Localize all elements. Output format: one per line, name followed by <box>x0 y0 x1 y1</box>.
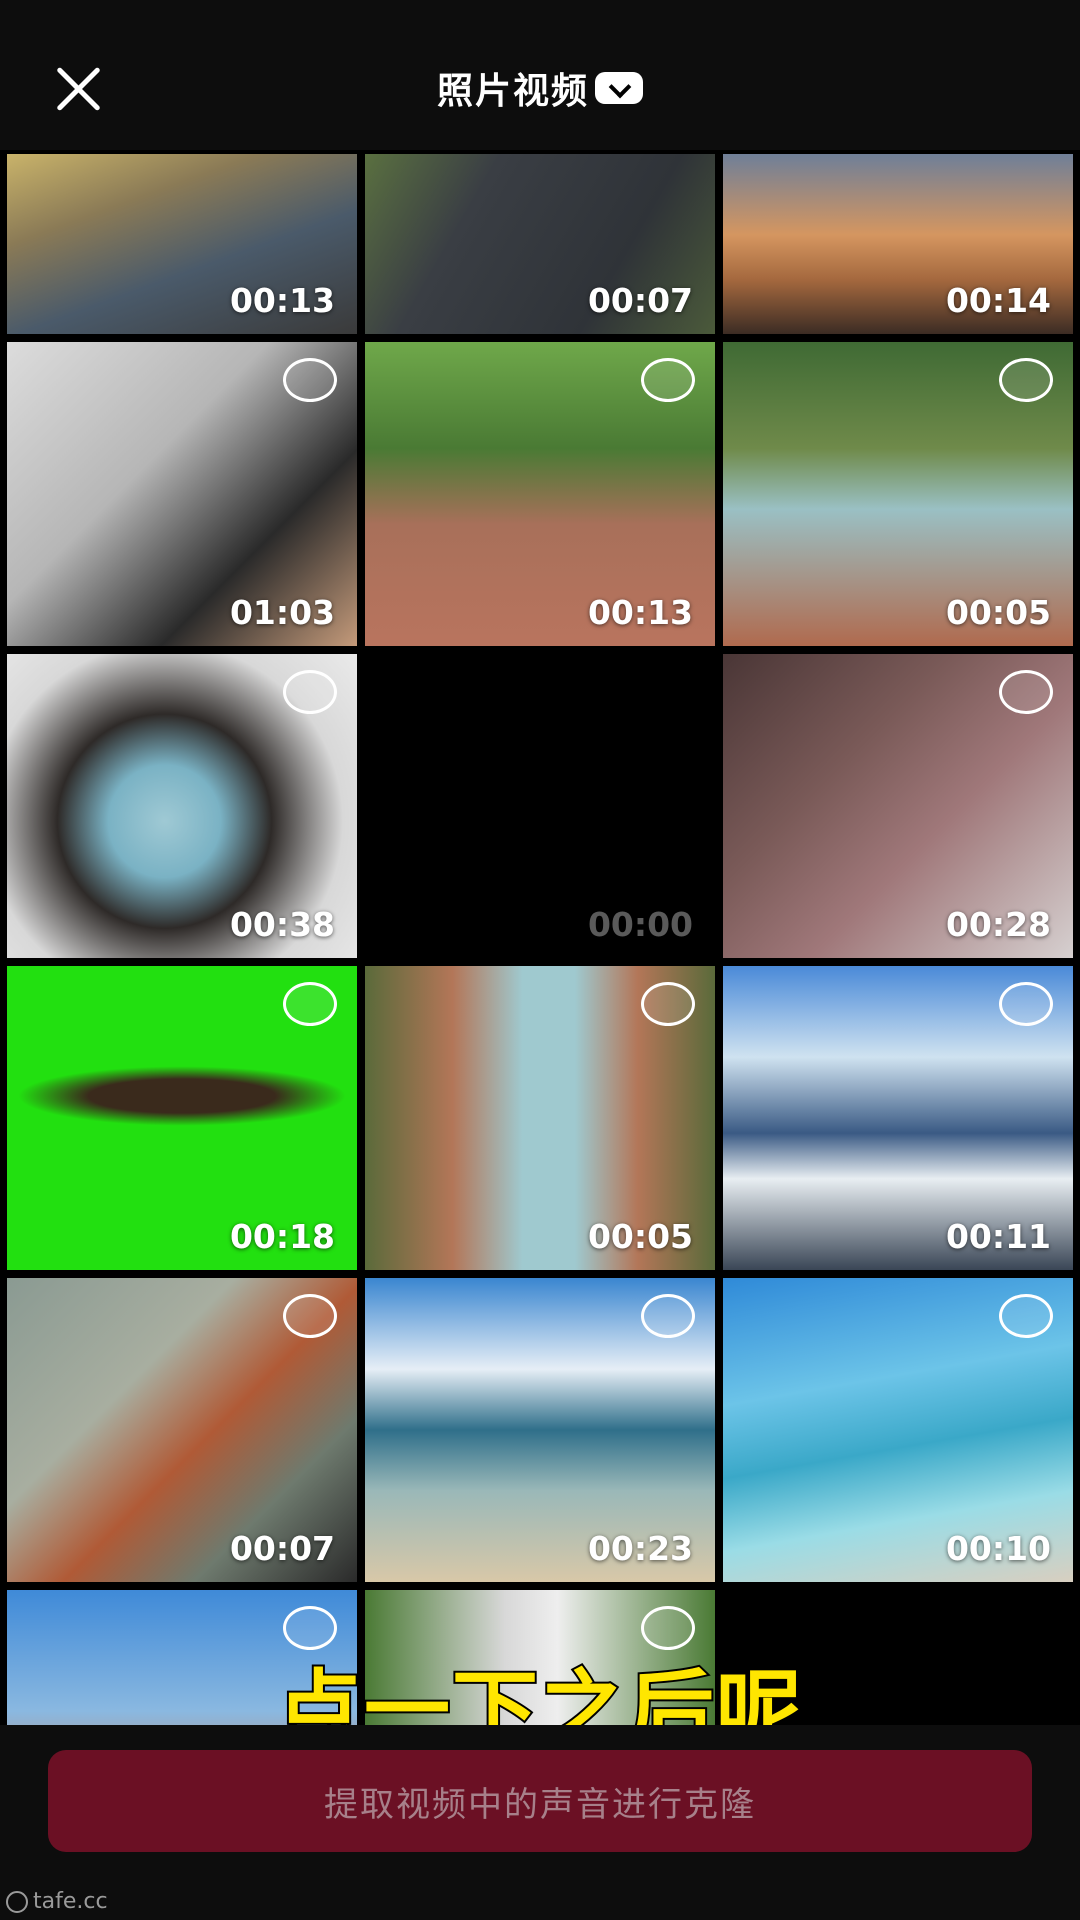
top-bar: 照片视频 <box>0 0 1080 150</box>
extract-audio-button[interactable]: 提取视频中的声音进行克隆 <box>48 1750 1032 1852</box>
video-thumbnail[interactable]: 00:00 <box>365 654 715 958</box>
album-title: 照片视频 <box>436 71 589 112</box>
video-thumbnail[interactable]: 00:07 <box>365 154 715 334</box>
album-selector[interactable]: 照片视频 <box>0 62 1080 114</box>
select-circle[interactable] <box>999 670 1053 714</box>
select-circle[interactable] <box>283 358 337 402</box>
video-thumbnail[interactable]: 00:11 <box>723 966 1073 1270</box>
select-circle[interactable] <box>999 1294 1053 1338</box>
video-thumbnail[interactable]: 00:10 <box>723 1278 1073 1582</box>
select-circle[interactable] <box>641 358 695 402</box>
select-circle[interactable] <box>999 982 1053 1026</box>
chevron-down-icon[interactable] <box>595 72 643 104</box>
watermark-text: tafe.cc <box>33 1889 108 1914</box>
watermark-icon <box>6 1890 28 1913</box>
video-thumbnail[interactable]: 00:13 <box>7 154 357 334</box>
video-thumbnail[interactable]: 00:18 <box>7 966 357 1270</box>
select-circle[interactable] <box>999 358 1053 402</box>
select-circle[interactable] <box>641 1294 695 1338</box>
select-circle[interactable] <box>283 670 337 714</box>
media-grid: 00:13 00:07 00:14 01:03 00:13 00:05 00:3… <box>0 150 1080 1725</box>
watermark: tafe.cc <box>6 1889 108 1914</box>
video-thumbnail[interactable]: 00:38 <box>7 654 357 958</box>
video-thumbnail[interactable]: 00:05 <box>723 342 1073 646</box>
video-thumbnail[interactable]: 00:07 <box>7 1278 357 1582</box>
video-thumbnail[interactable]: 01:03 <box>7 342 357 646</box>
video-thumbnail[interactable]: 00:28 <box>723 654 1073 958</box>
bottom-bar: 提取视频中的声音进行克隆 tafe.cc <box>0 1725 1080 1920</box>
video-thumbnail[interactable]: 00:23 <box>365 1278 715 1582</box>
select-circle[interactable] <box>283 1294 337 1338</box>
select-circle[interactable] <box>283 982 337 1026</box>
video-thumbnail[interactable]: 00:05 <box>365 966 715 1270</box>
select-circle[interactable] <box>641 982 695 1026</box>
video-thumbnail[interactable]: 00:13 <box>365 342 715 646</box>
video-thumbnail[interactable]: 00:14 <box>723 154 1073 334</box>
